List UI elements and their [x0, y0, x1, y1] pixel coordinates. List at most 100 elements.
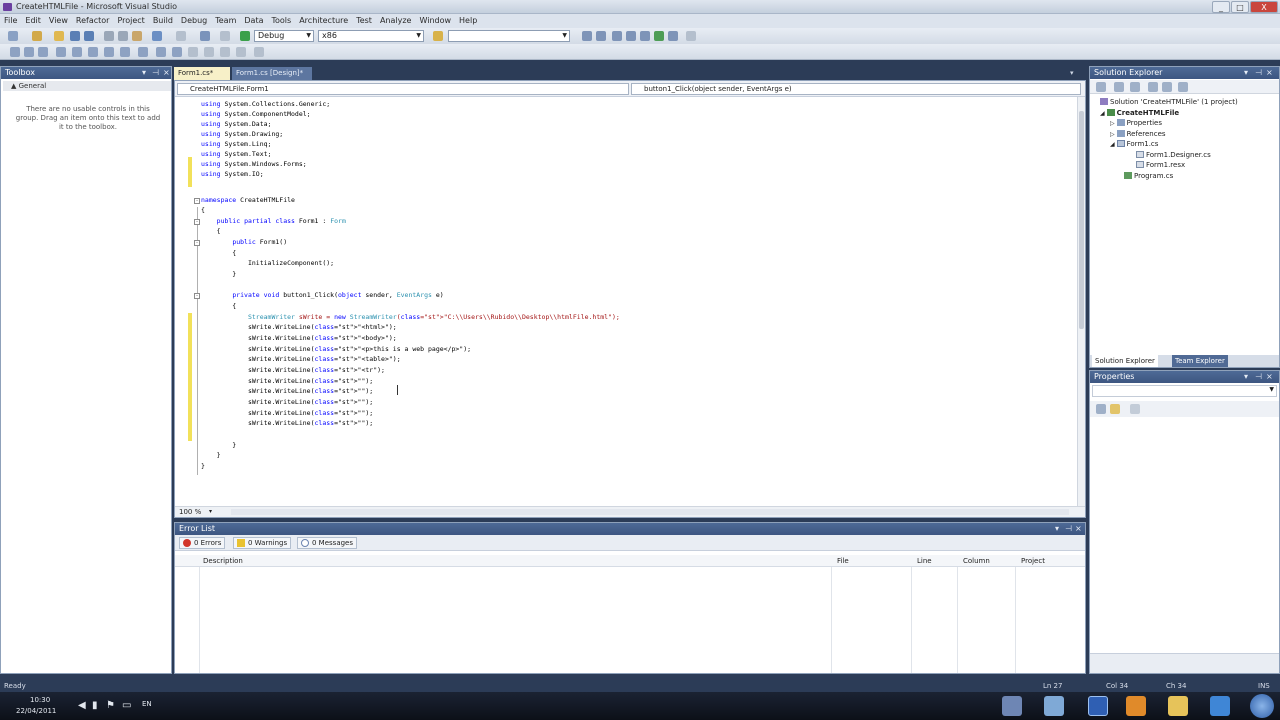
paste-icon[interactable]	[132, 31, 142, 41]
pin-icon[interactable]: ⊣	[1255, 67, 1262, 79]
clock-time[interactable]: 10:30	[30, 696, 50, 704]
previous-bookmark-icon[interactable]	[156, 47, 166, 57]
next-bookmark-doc-icon[interactable]	[236, 47, 246, 57]
column-description[interactable]: Description	[203, 555, 243, 567]
code-area[interactable]: - - - - using System.Collections.Generic…	[175, 97, 1077, 507]
taskbar-internet-explorer-icon[interactable]	[1210, 696, 1230, 716]
solution-configuration-select[interactable]: Debug ▼	[254, 30, 314, 42]
tab-form1-design[interactable]: Form1.cs [Design]*	[232, 67, 312, 80]
menu-edit[interactable]: Edit	[21, 14, 45, 25]
power-icon[interactable]: ▭	[122, 700, 131, 711]
type-dropdown[interactable]: CreateHTMLFile.Form1	[177, 83, 629, 95]
copy-icon[interactable]	[118, 31, 128, 41]
clock-date[interactable]: 22/04/2011	[16, 707, 56, 715]
volume-icon[interactable]: ◀	[78, 700, 86, 711]
member-list-icon[interactable]	[10, 47, 20, 57]
properties-window-icon[interactable]	[596, 31, 606, 41]
bookmark-toggle-icon[interactable]	[138, 47, 148, 57]
taskbar-app-icon[interactable]	[1044, 696, 1064, 716]
tree-form1-resx[interactable]: Form1.resx	[1136, 161, 1185, 170]
menu-test[interactable]: Test	[352, 14, 376, 25]
alphabetical-icon[interactable]	[1110, 404, 1120, 414]
dropdown-icon[interactable]: ▾	[142, 67, 146, 79]
object-selector[interactable]: ▼	[1092, 385, 1277, 397]
maximize-button[interactable]: □	[1231, 1, 1249, 13]
language-indicator[interactable]: EN	[142, 700, 152, 708]
pin-icon[interactable]: ⊣	[152, 67, 159, 79]
column-line[interactable]: Line	[917, 555, 932, 567]
categorized-icon[interactable]	[1096, 404, 1106, 414]
tab-dropdown-icon[interactable]: ▾	[1070, 67, 1084, 80]
menu-build[interactable]: Build	[149, 14, 177, 25]
next-bookmark-icon[interactable]	[172, 47, 182, 57]
start-debugging-icon[interactable]	[240, 31, 250, 41]
parameter-info-icon[interactable]	[24, 47, 34, 57]
start-page-icon[interactable]	[640, 31, 650, 41]
close-icon[interactable]: ×	[1266, 371, 1273, 383]
find-combo[interactable]: ▼	[448, 30, 570, 42]
clear-bookmarks-icon[interactable]	[254, 47, 264, 57]
open-file-icon[interactable]	[54, 31, 64, 41]
pin-icon[interactable]: ⊣	[1255, 371, 1262, 383]
zoom-level[interactable]: 100 %	[179, 507, 201, 517]
menu-file[interactable]: File	[0, 14, 21, 25]
column-project[interactable]: Project	[1021, 555, 1045, 567]
save-icon[interactable]	[70, 31, 80, 41]
member-dropdown[interactable]: button1_Click(object sender, EventArgs e…	[631, 83, 1081, 95]
menu-view[interactable]: View	[45, 14, 72, 25]
menu-project[interactable]: Project	[113, 14, 148, 25]
menu-architecture[interactable]: Architecture	[295, 14, 352, 25]
tree-solution[interactable]: Solution 'CreateHTMLFile' (1 project)	[1100, 98, 1238, 107]
prev-bookmark-folder-icon[interactable]	[188, 47, 198, 57]
taskbar-explorer-icon[interactable]	[1168, 696, 1188, 716]
dropdown-icon[interactable]: ▾	[1055, 523, 1059, 535]
cut-icon[interactable]	[104, 31, 114, 41]
fold-toggle[interactable]: -	[194, 198, 200, 204]
flag-icon[interactable]: ⚑	[106, 700, 115, 711]
toolbox-icon[interactable]	[626, 31, 636, 41]
extension-manager-icon[interactable]	[654, 31, 664, 41]
dropdown-icon[interactable]: ▾	[1244, 371, 1248, 383]
menu-help[interactable]: Help	[455, 14, 481, 25]
redo-icon[interactable]	[176, 31, 186, 41]
tab-team-explorer[interactable]: Team Explorer	[1172, 355, 1228, 367]
add-item-icon[interactable]	[32, 31, 42, 41]
tree-program[interactable]: Program.cs	[1124, 172, 1173, 181]
menu-analyze[interactable]: Analyze	[376, 14, 416, 25]
menu-window[interactable]: Window	[415, 14, 455, 25]
taskbar-app-icon[interactable]	[1002, 696, 1022, 716]
scroll-thumb[interactable]	[1079, 111, 1084, 329]
tree-form1-designer[interactable]: Form1.Designer.cs	[1136, 151, 1211, 160]
messages-filter-button[interactable]: 0 Messages	[297, 537, 358, 549]
object-browser-icon[interactable]	[612, 31, 622, 41]
menu-refactor[interactable]: Refactor	[72, 14, 114, 25]
navigate-back-icon[interactable]	[200, 31, 210, 41]
view-designer-icon[interactable]	[1162, 82, 1172, 92]
tree-references[interactable]: ▷ References	[1110, 130, 1166, 139]
solution-explorer-icon[interactable]	[582, 31, 592, 41]
close-icon[interactable]: ×	[1266, 67, 1273, 79]
close-button[interactable]: X	[1250, 1, 1278, 13]
menu-data[interactable]: Data	[240, 14, 267, 25]
comment-out-icon[interactable]	[104, 47, 114, 57]
solution-platform-select[interactable]: x86 ▼	[318, 30, 424, 42]
uncomment-icon[interactable]	[120, 47, 130, 57]
network-icon[interactable]: ▮	[92, 700, 98, 711]
taskbar-media-player-icon[interactable]	[1126, 696, 1146, 716]
refresh-icon[interactable]	[1130, 82, 1140, 92]
tree-project[interactable]: ◢ CreateHTMLFile	[1100, 109, 1179, 118]
warnings-filter-button[interactable]: 0 Warnings	[233, 537, 292, 549]
properties-icon[interactable]	[1096, 82, 1106, 92]
class-diagram-icon[interactable]	[1178, 82, 1188, 92]
column-file[interactable]: File	[837, 555, 849, 567]
fold-toggle[interactable]: -	[194, 293, 200, 299]
toolbar-options-icon[interactable]	[686, 31, 696, 41]
close-icon[interactable]: ×	[163, 67, 170, 79]
errors-filter-button[interactable]: 0 Errors	[179, 537, 226, 549]
minimize-button[interactable]: _	[1212, 1, 1230, 13]
close-icon[interactable]: ×	[1075, 523, 1082, 535]
tab-form1-cs[interactable]: Form1.cs*	[174, 67, 230, 80]
view-code-icon[interactable]	[1148, 82, 1158, 92]
undo-icon[interactable]	[152, 31, 162, 41]
tree-form1[interactable]: ◢ Form1.cs	[1110, 140, 1158, 149]
